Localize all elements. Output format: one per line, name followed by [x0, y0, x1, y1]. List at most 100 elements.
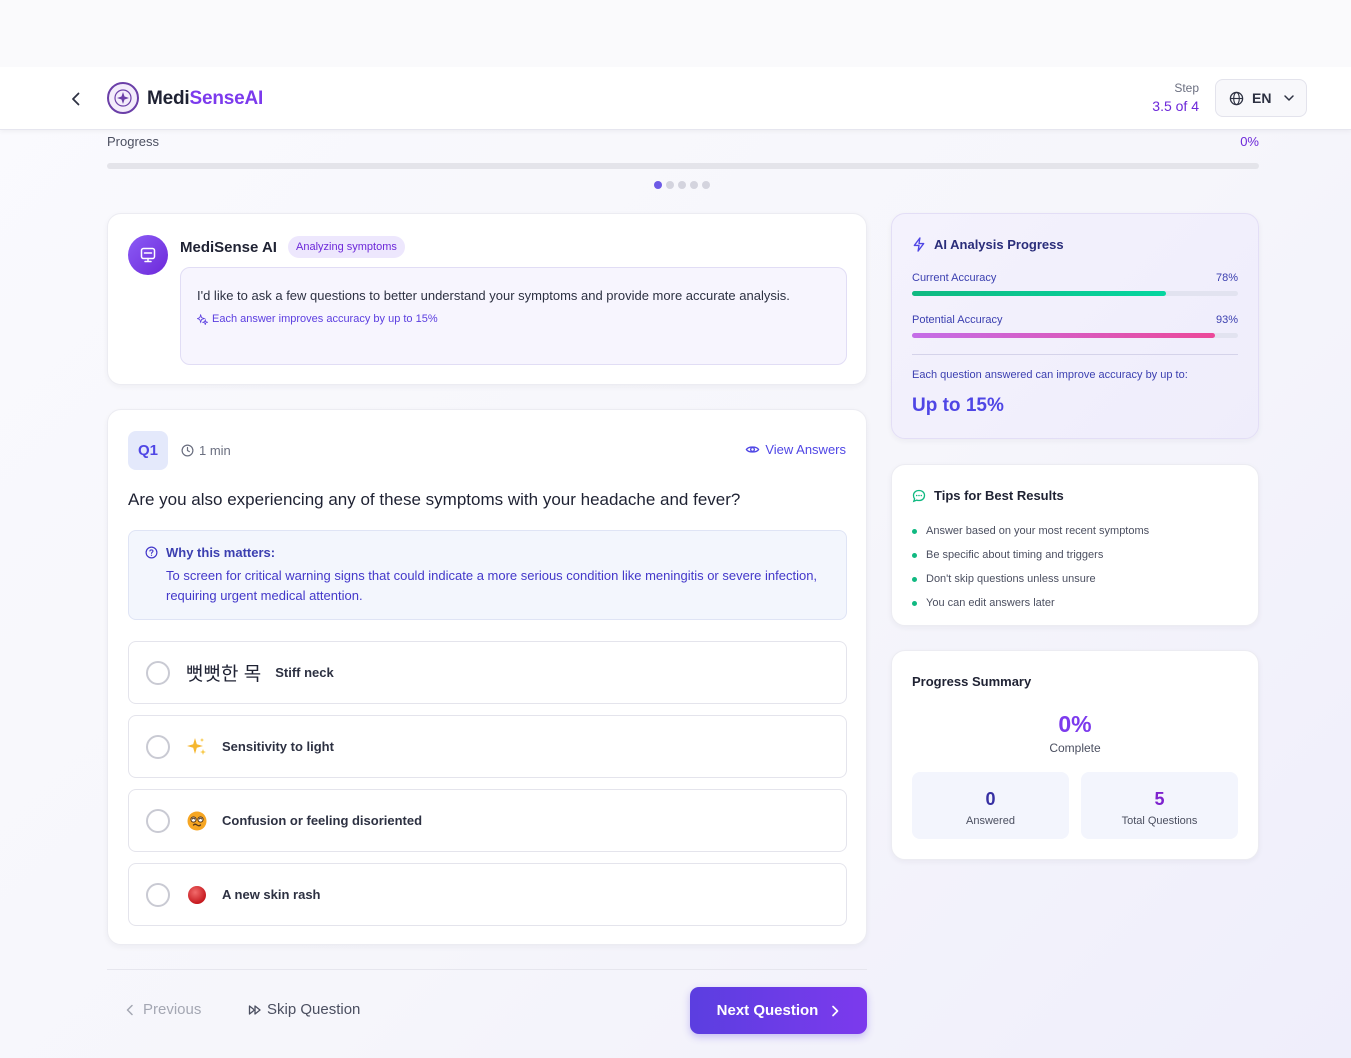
answer-option-light-sensitivity[interactable]: Sensitivity to light — [128, 715, 847, 778]
tips-card: Tips for Best Results Answer based on yo… — [891, 464, 1259, 626]
analysis-title-text: AI Analysis Progress — [934, 237, 1064, 252]
view-answers-button[interactable]: View Answers — [745, 442, 846, 457]
previous-button[interactable]: Previous — [125, 1001, 201, 1018]
tips-title: Tips for Best Results — [912, 488, 1064, 503]
skip-question-button[interactable]: Skip Question — [248, 1001, 360, 1018]
dizzy-face-icon — [186, 810, 208, 832]
tip-item: You can edit answers later — [912, 591, 1149, 615]
tip-item: Answer based on your most recent symptom… — [912, 519, 1149, 543]
answered-stat: 0 Answered — [912, 772, 1069, 839]
clock-icon — [181, 444, 194, 457]
why-title-text: Why this matters: — [166, 545, 276, 560]
progress-label: Progress — [107, 134, 160, 149]
step-dot — [678, 181, 686, 189]
tip-text: Don't skip questions unless unsure — [926, 573, 1096, 585]
view-answers-label: View Answers — [765, 442, 846, 457]
option-label: Sensitivity to light — [222, 739, 334, 754]
ai-message-card: MediSense AI Analyzing symptoms I'd like… — [107, 213, 867, 385]
tips-title-text: Tips for Best Results — [934, 488, 1064, 503]
potential-accuracy-bar — [912, 333, 1238, 338]
analysis-title: AI Analysis Progress — [912, 237, 1064, 252]
help-circle-icon — [145, 546, 158, 559]
progress-bar — [107, 163, 1259, 169]
app-header: MediSenseAI Step 3.5 of 4 EN — [0, 67, 1351, 130]
option-label: Stiff neck — [275, 665, 334, 680]
ai-message-text: I'd like to ask a few questions to bette… — [197, 288, 790, 303]
logo-icon — [107, 82, 139, 114]
tip-text: Be specific about timing and triggers — [926, 549, 1104, 561]
lightning-icon — [913, 237, 925, 252]
monitor-icon — [140, 247, 156, 263]
potential-accuracy-value: 93% — [1215, 314, 1238, 326]
ai-avatar — [128, 235, 168, 275]
step-dots — [654, 181, 710, 189]
next-label: Next Question — [716, 1002, 819, 1019]
ai-message-bubble: I'd like to ask a few questions to bette… — [180, 267, 847, 365]
total-questions-stat: 5 Total Questions — [1081, 772, 1238, 839]
total-questions-label: Total Questions — [1121, 815, 1198, 827]
language-selector[interactable]: EN — [1215, 79, 1307, 117]
current-accuracy-fill — [912, 291, 1167, 296]
chevron-left-icon — [72, 92, 80, 106]
status-badge: Analyzing symptoms — [288, 236, 405, 258]
question-number: Q1 — [128, 431, 168, 470]
step-dot — [702, 181, 710, 189]
language-label: EN — [1252, 90, 1272, 106]
radio-button[interactable] — [146, 808, 170, 833]
tip-bullet — [912, 528, 917, 534]
tip-bullet — [912, 576, 917, 582]
progress-percent: 0% — [1240, 134, 1259, 149]
why-text: To screen for critical warning signs tha… — [166, 568, 818, 603]
step-value: 3.5 of 4 — [1152, 98, 1199, 114]
progress-summary-card: Progress Summary 0% Complete 0 Answered … — [891, 650, 1259, 860]
answer-option-confusion[interactable]: Confusion or feeling disoriented — [128, 789, 847, 852]
brand-name-part1: Medi — [147, 88, 190, 109]
tip-bullet — [912, 600, 917, 606]
summary-title: Progress Summary — [912, 674, 1032, 689]
option-label: A new skin rash — [222, 887, 321, 902]
brand-name: MediSenseAI — [147, 88, 263, 110]
skip-label: Skip Question — [267, 1001, 361, 1018]
previous-label: Previous — [143, 1001, 202, 1018]
current-accuracy-label: Current Accuracy — [912, 272, 997, 284]
chat-bubble-icon — [912, 489, 926, 502]
total-questions-count: 5 — [1154, 789, 1165, 809]
back-button[interactable] — [64, 87, 88, 111]
current-accuracy-value: 78% — [1215, 272, 1238, 284]
top-strip — [0, 0, 1351, 67]
analysis-note: Each question answered can improve accur… — [912, 369, 1188, 381]
answer-option-skin-rash[interactable]: A new skin rash — [128, 863, 847, 926]
answer-option-stiff-neck[interactable]: 뻣뻣한 목 Stiff neck — [128, 641, 847, 704]
potential-accuracy-fill — [912, 333, 1216, 338]
tip-bullet — [912, 552, 917, 558]
answered-count: 0 — [985, 789, 996, 809]
next-question-button[interactable]: Next Question — [690, 987, 867, 1034]
fast-forward-icon — [248, 1004, 261, 1015]
why-this-matters-box: Why this matters: To screen for critical… — [128, 530, 847, 620]
ai-analysis-card: AI Analysis Progress Current Accuracy 78… — [891, 213, 1259, 439]
radio-button[interactable] — [146, 734, 170, 759]
ai-name: MediSense AI — [180, 239, 277, 256]
current-accuracy-bar — [912, 291, 1238, 296]
question-card: Q1 1 min View Answers Are you also exper… — [107, 409, 867, 945]
footer-divider — [107, 969, 867, 970]
ai-accuracy-note: Each answer improves accuracy by up to 1… — [197, 313, 830, 325]
tip-text: Answer based on your most recent symptom… — [926, 525, 1150, 537]
ai-accuracy-note-text: Each answer improves accuracy by up to 1… — [212, 313, 438, 325]
answered-label: Answered — [966, 815, 1015, 827]
analysis-divider — [912, 354, 1238, 355]
question-time-text: 1 min — [199, 443, 231, 458]
question-time: 1 min — [181, 443, 231, 458]
why-title: Why this matters: — [145, 545, 830, 560]
step-dot — [654, 181, 662, 189]
sparkles-icon — [197, 313, 208, 325]
question-text: Are you also experiencing any of these s… — [128, 490, 741, 509]
tip-item: Don't skip questions unless unsure — [912, 567, 1149, 591]
analysis-improvement: Up to 15% — [912, 395, 1004, 416]
step-dot — [690, 181, 698, 189]
step-label: Step — [1174, 81, 1199, 95]
summary-percent: 0% — [1058, 711, 1092, 737]
radio-button[interactable] — [146, 660, 170, 685]
option-icon-text: 뻣뻣한 목 — [186, 664, 262, 685]
radio-button[interactable] — [146, 882, 170, 907]
